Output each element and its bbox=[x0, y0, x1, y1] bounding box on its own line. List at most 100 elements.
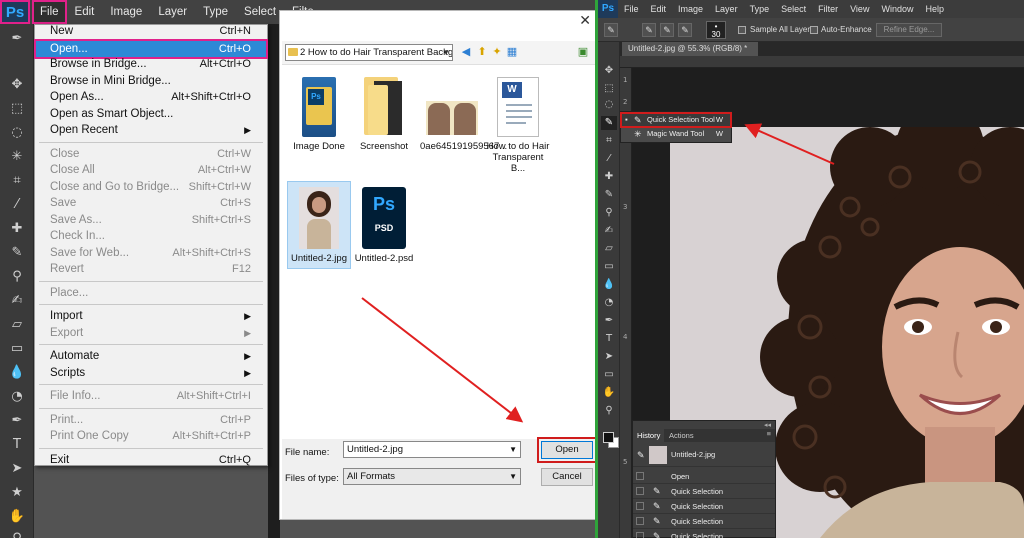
eraser-icon[interactable]: ▱ bbox=[7, 316, 27, 334]
menu-image[interactable]: Image bbox=[672, 4, 709, 14]
brush-tool-icon[interactable]: ✎ bbox=[7, 244, 27, 262]
file-menu-item-open[interactable]: Open... Ctrl+O bbox=[34, 38, 268, 59]
panel-collapse-icon[interactable]: ◂◂ bbox=[764, 421, 771, 429]
history-checkbox[interactable] bbox=[636, 487, 644, 495]
dodge-tool-icon[interactable]: ◔ bbox=[601, 296, 617, 310]
file-menu-item-close-and-go-to-bridge[interactable]: Close and Go to Bridge... Shift+Ctrl+W bbox=[35, 179, 267, 195]
panel-menu-icon[interactable]: ≡ bbox=[767, 429, 771, 438]
healing-brush-icon[interactable]: ✚ bbox=[601, 170, 617, 184]
blur-tool-icon[interactable]: 💧 bbox=[7, 364, 27, 382]
clone-stamp-icon[interactable]: ⚲ bbox=[601, 206, 617, 220]
file-menu-item-automate[interactable]: Automate ▶ bbox=[35, 348, 267, 364]
file-menu-item-print[interactable]: Print... Ctrl+P bbox=[35, 412, 267, 428]
view-menu-icon[interactable]: ▦ bbox=[505, 45, 519, 59]
file-menu-item-import[interactable]: Import ▶ bbox=[35, 308, 267, 324]
menu-type[interactable]: Type bbox=[195, 0, 236, 24]
file-menu-item-save[interactable]: Save Ctrl+S bbox=[35, 195, 267, 211]
folder-path-dropdown[interactable]: 2 How to do Hair Transparent Background … bbox=[285, 44, 453, 61]
document-tab[interactable]: Untitled-2.jpg @ 55.3% (RGB/8) * × bbox=[622, 42, 758, 67]
menu-layer[interactable]: Layer bbox=[709, 4, 744, 14]
add-to-selection-icon[interactable]: ✎ bbox=[660, 23, 674, 37]
history-state[interactable]: ✎ Quick Selection bbox=[633, 529, 775, 538]
history-checkbox[interactable] bbox=[636, 472, 644, 480]
dodge-tool-icon[interactable]: ◔ bbox=[7, 388, 27, 406]
history-state[interactable]: ✎ Quick Selection bbox=[633, 514, 775, 529]
history-state[interactable]: ✎ Quick Selection bbox=[633, 484, 775, 499]
brush-tool-icon[interactable]: ✎ bbox=[601, 188, 617, 202]
cancel-button[interactable]: Cancel bbox=[541, 468, 593, 486]
shape-tool-icon[interactable]: ▭ bbox=[601, 368, 617, 382]
eraser-icon[interactable]: ▱ bbox=[601, 242, 617, 256]
type-tool-icon[interactable]: T bbox=[7, 436, 27, 454]
file-untitled-2-psd[interactable]: Ps PSD Untitled-2.psd bbox=[352, 187, 416, 264]
open-button[interactable]: Open bbox=[537, 437, 597, 463]
file-menu-item-export[interactable]: Export ▶ bbox=[35, 325, 267, 341]
menu-help[interactable]: Help bbox=[919, 4, 950, 14]
marquee-tool-icon[interactable]: ⬚ bbox=[601, 82, 617, 96]
magic-wand-tool-option[interactable]: ✳ Magic Wand Tool W bbox=[621, 127, 731, 141]
history-brush-icon[interactable]: ✍ bbox=[601, 224, 617, 238]
gradient-tool-icon[interactable]: ▭ bbox=[7, 340, 27, 358]
menu-edit[interactable]: Edit bbox=[645, 4, 673, 14]
file-how-to-do-hair[interactable]: W How to do Hair Transparent B... bbox=[486, 77, 550, 174]
file-menu-item-scripts[interactable]: Scripts ▶ bbox=[35, 365, 267, 381]
close-icon[interactable]: ✕ bbox=[579, 13, 591, 29]
lasso-tool-icon[interactable]: ◌ bbox=[601, 98, 617, 112]
auto-enhance-checkbox[interactable] bbox=[810, 26, 818, 34]
eyedropper-icon[interactable]: ⁄ bbox=[7, 196, 27, 214]
hand-tool-icon[interactable]: ✋ bbox=[601, 386, 617, 400]
menu-edit[interactable]: Edit bbox=[67, 0, 103, 24]
pen-tool-icon[interactable]: ✒ bbox=[7, 412, 27, 430]
menu-layer[interactable]: Layer bbox=[150, 0, 195, 24]
history-state[interactable]: ✎ Quick Selection bbox=[633, 499, 775, 514]
quick-selection-tool-option[interactable]: ▪ ✎ Quick Selection Tool W bbox=[620, 112, 732, 128]
hand-tool-icon[interactable]: ✋ bbox=[7, 508, 27, 526]
history-state[interactable]: Open bbox=[633, 469, 775, 484]
history-snapshot[interactable]: ✎ Untitled-2.jpg bbox=[633, 443, 775, 467]
file-image-done[interactable]: Ps Image Done bbox=[287, 77, 351, 152]
file-menu-item-save-as[interactable]: Save As... Shift+Ctrl+S bbox=[35, 212, 267, 228]
menu-select[interactable]: Select bbox=[775, 4, 812, 14]
tab-actions[interactable]: Actions bbox=[665, 429, 698, 442]
foreground-color-swatch[interactable] bbox=[603, 432, 614, 443]
file-menu-item-open-as[interactable]: Open As... Alt+Shift+Ctrl+O bbox=[35, 89, 267, 105]
gradient-tool-icon[interactable]: ▭ bbox=[601, 260, 617, 274]
file-menu-item-browse-in-bridge[interactable]: Browse in Bridge... Alt+Ctrl+O bbox=[35, 56, 267, 72]
clone-stamp-icon[interactable]: ⚲ bbox=[7, 268, 27, 286]
file-menu-item-revert[interactable]: Revert F12 bbox=[35, 261, 267, 277]
move-tool-icon[interactable]: ✥ bbox=[7, 76, 27, 94]
menu-file[interactable]: File bbox=[618, 4, 645, 14]
history-brush-icon[interactable]: ✍ bbox=[7, 292, 27, 310]
new-folder-icon[interactable]: ✦ bbox=[490, 45, 504, 59]
menu-select[interactable]: Select bbox=[236, 0, 284, 24]
refine-edge-button[interactable]: Refine Edge... bbox=[876, 23, 942, 37]
type-tool-icon[interactable]: T bbox=[601, 332, 617, 346]
brush-size-picker[interactable]: • 30 bbox=[706, 21, 726, 39]
history-checkbox[interactable] bbox=[636, 517, 644, 525]
file-menu-item-close-all[interactable]: Close All Alt+Ctrl+W bbox=[35, 162, 267, 178]
up-folder-icon[interactable]: ⬆ bbox=[475, 45, 489, 59]
path-select-icon[interactable]: ➤ bbox=[601, 350, 617, 364]
crop-tool-icon[interactable]: ⌗ bbox=[7, 172, 27, 190]
history-checkbox[interactable] bbox=[636, 532, 644, 538]
file-0ae645[interactable]: 0ae645191959567... bbox=[420, 77, 507, 152]
magic-wand-icon[interactable]: ✳ bbox=[7, 148, 27, 166]
files-of-type-select[interactable]: All Formats ▼ bbox=[343, 468, 521, 485]
shape-tool-icon[interactable]: ★ bbox=[7, 484, 27, 502]
menu-image[interactable]: Image bbox=[102, 0, 150, 24]
quick-selection-tool-icon[interactable]: ✎ bbox=[601, 116, 617, 130]
zoom-tool-icon[interactable]: ⚲ bbox=[7, 530, 27, 538]
move-tool-icon[interactable]: ✥ bbox=[601, 64, 617, 78]
menu-view[interactable]: View bbox=[844, 4, 875, 14]
pen-tool-icon[interactable]: ✒ bbox=[601, 314, 617, 328]
file-name-input[interactable]: Untitled-2.jpg ▼ bbox=[343, 441, 521, 458]
menu-file[interactable]: File bbox=[32, 0, 67, 24]
menu-type[interactable]: Type bbox=[744, 4, 776, 14]
menu-filter[interactable]: Filter bbox=[812, 4, 844, 14]
eyedropper-icon[interactable]: ⁄ bbox=[601, 152, 617, 166]
back-icon[interactable]: ◀ bbox=[459, 45, 473, 59]
file-screenshot[interactable]: Screenshot bbox=[352, 77, 416, 152]
history-checkbox[interactable] bbox=[636, 502, 644, 510]
file-menu-item-place[interactable]: Place... bbox=[35, 285, 267, 301]
file-menu-item-new[interactable]: New Ctrl+N bbox=[35, 23, 267, 39]
